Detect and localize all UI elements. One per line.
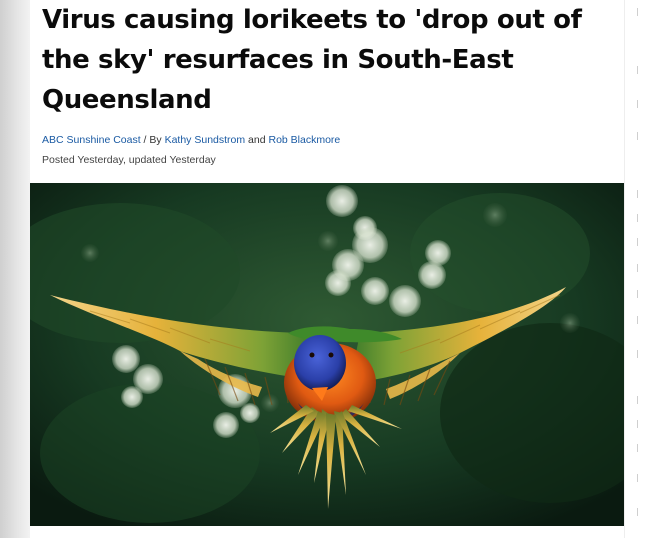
hero-image: [30, 183, 624, 526]
sidebar-divider: [637, 420, 638, 428]
posted-timestamp: Posted Yesterday, updated Yesterday: [42, 154, 216, 166]
lorikeet-photo: [30, 183, 624, 526]
sidebar-divider: [637, 132, 638, 140]
author-link-2[interactable]: Rob Blackmore: [268, 134, 340, 146]
sidebar-divider: [637, 190, 638, 198]
sidebar-divider: [637, 444, 638, 452]
sidebar-divider: [637, 350, 638, 358]
byline: ABC Sunshine Coast / By Kathy Sundstrom …: [42, 134, 340, 146]
article-container: Virus causing lorikeets to 'drop out of …: [30, 0, 624, 538]
sidebar-divider: [637, 290, 638, 298]
sidebar-divider: [637, 508, 638, 516]
sidebar-divider: [637, 100, 638, 108]
source-link[interactable]: ABC Sunshine Coast: [42, 134, 141, 146]
byline-by-text: / By: [140, 134, 165, 146]
sidebar-divider: [637, 238, 638, 246]
headline: Virus causing lorikeets to 'drop out of …: [42, 5, 582, 115]
sidebar-divider: [637, 264, 638, 272]
sidebar-divider: [637, 316, 638, 324]
sidebar-divider: [637, 66, 638, 74]
left-page-shadow: [0, 0, 30, 538]
sidebar-divider: [637, 474, 638, 482]
byline-and-text: and: [245, 134, 269, 146]
sidebar-divider: [637, 214, 638, 222]
sidebar-divider: [637, 396, 638, 404]
sidebar-divider: [637, 8, 638, 16]
author-link-1[interactable]: Kathy Sundstrom: [165, 134, 246, 146]
right-sidebar: [624, 0, 650, 538]
